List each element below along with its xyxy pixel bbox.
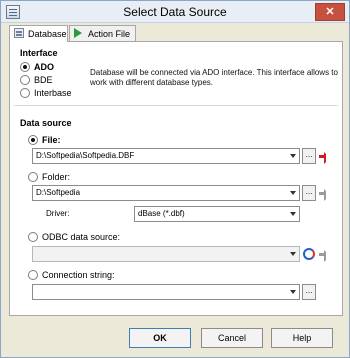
folder-path-value: D:\Softpedia (36, 188, 81, 197)
plug-icon[interactable] (318, 247, 332, 262)
tab-database[interactable]: Database (9, 25, 68, 42)
interface-group: Interface ADO BDE Interbase Database wil… (14, 42, 338, 106)
file-browse-button[interactable]: ... (302, 148, 316, 164)
radio-file[interactable] (28, 135, 38, 145)
radio-connection-string[interactable] (28, 270, 38, 280)
radio-bde-label: BDE (34, 75, 53, 85)
odbc-source-combo[interactable] (32, 246, 300, 262)
interface-description: Database will be connected via ADO inter… (90, 68, 338, 87)
radio-folder[interactable] (28, 172, 38, 182)
database-icon (14, 28, 24, 38)
data-source-title: Data source (20, 118, 72, 128)
plug-icon[interactable] (318, 186, 332, 201)
radio-interbase-label: Interbase (34, 88, 72, 98)
ok-button[interactable]: OK (129, 328, 191, 348)
cancel-button[interactable]: Cancel (201, 328, 263, 348)
file-path-combo[interactable]: D:\Softpedia\Softpedia.DBF (32, 148, 300, 164)
title-bar[interactable]: Select Data Source ✕ (1, 1, 349, 23)
connection-string-combo[interactable] (32, 284, 300, 300)
window-title: Select Data Source (123, 5, 227, 19)
chevron-down-icon[interactable] (290, 290, 296, 294)
close-button[interactable]: ✕ (315, 3, 345, 21)
radio-odbc[interactable] (28, 232, 38, 242)
chevron-down-icon[interactable] (290, 212, 296, 216)
driver-label: Driver: (46, 209, 70, 218)
play-icon (74, 28, 82, 38)
connect-plug-icon[interactable] (318, 149, 332, 164)
radio-file-label: File: (42, 135, 61, 145)
chevron-down-icon[interactable] (290, 154, 296, 158)
chevron-down-icon[interactable] (290, 252, 296, 256)
interface-title: Interface (20, 48, 58, 58)
tab-label: Database (28, 29, 67, 39)
tab-label: Action File (88, 29, 131, 39)
radio-ado-label: ADO (34, 62, 54, 72)
radio-odbc-label: ODBC data source: (42, 232, 121, 242)
tab-action-file[interactable]: Action File (69, 25, 136, 41)
refresh-icon[interactable] (303, 248, 315, 260)
radio-folder-label: Folder: (42, 172, 71, 182)
driver-value: dBase (*.dbf) (138, 209, 185, 218)
file-path-value: D:\Softpedia\Softpedia.DBF (36, 151, 135, 160)
radio-interbase[interactable] (20, 88, 30, 98)
dialog-window: Select Data Source ✕ Database Action Fil… (0, 0, 350, 358)
radio-connection-string-label: Connection string: (42, 270, 115, 280)
chevron-down-icon[interactable] (290, 191, 296, 195)
help-button[interactable]: Help (271, 328, 333, 348)
connection-browse-button[interactable]: ... (302, 284, 316, 300)
folder-browse-button[interactable]: ... (302, 185, 316, 201)
radio-bde[interactable] (20, 75, 30, 85)
tab-panel-database: Interface ADO BDE Interbase Database wil… (9, 41, 343, 316)
driver-combo[interactable]: dBase (*.dbf) (134, 206, 300, 222)
folder-path-combo[interactable]: D:\Softpedia (32, 185, 300, 201)
radio-ado[interactable] (20, 62, 30, 72)
